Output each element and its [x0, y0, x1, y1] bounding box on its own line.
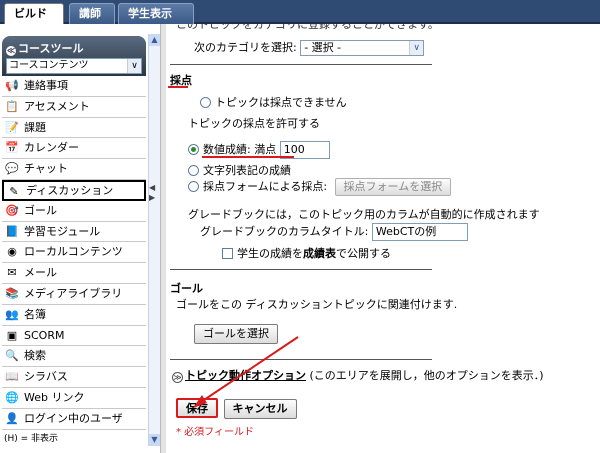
sidebar-item[interactable]: 📝 課題	[2, 117, 146, 139]
assessment-icon: 📋	[5, 99, 19, 113]
tab-instructor[interactable]: 講師	[69, 3, 115, 24]
sidebar-item[interactable]: 🔍 検索	[2, 346, 146, 368]
sidebar-item-label: メディアライブラリ	[24, 286, 123, 300]
sidebar-item[interactable]: 📖 シラバス	[2, 367, 146, 388]
scroll-up-icon[interactable]: ▲	[149, 34, 160, 46]
sidebar-item-label: チャット	[24, 162, 68, 176]
sidebar-item-label: 連絡事項	[24, 79, 68, 92]
scroll-down-icon[interactable]: ▼	[149, 434, 160, 446]
sidebar-item[interactable]: 👤 ログイン中のユーザ	[2, 408, 146, 430]
sidebar-item-label: 課題	[24, 120, 46, 134]
top-tab-bar: ビルド 講師 学生表示	[0, 0, 600, 24]
learning-module-icon: 📘	[5, 224, 19, 238]
sidebar-item-label: ゴール	[24, 203, 57, 217]
sidebar-item[interactable]: 📢 連絡事項	[2, 76, 146, 97]
course-content-selector[interactable]: コースコンテンツ ∨	[6, 58, 142, 74]
red-annotation-arrow	[193, 336, 299, 408]
mail-icon: ✉	[7, 266, 17, 280]
sidebar-item-label: カレンダー	[24, 141, 79, 155]
logged-in-users-icon: 👤	[5, 411, 19, 425]
sidebar-item-label: 検索	[24, 349, 46, 363]
sidebar-item[interactable]: ✉ メール	[2, 263, 146, 284]
discussion-icon: ✎	[9, 184, 19, 198]
sidebar-item[interactable]: ◉ ローカルコンテンツ	[2, 242, 146, 264]
roster-icon: 👥	[5, 307, 19, 321]
sidebar-item-label: SCORM	[24, 328, 65, 342]
megaphone-icon: 📢	[5, 79, 19, 92]
splitter-arrows-icon[interactable]: ◀ ▶	[149, 183, 157, 203]
sidebar-item-label: メール	[24, 266, 57, 280]
course-tools-list: 📢 連絡事項 📋 アセスメント 📝 課題 📅 カレンダー 💬 チャット ✎ ディスカッション 🎯 ゴール 📘…	[2, 76, 146, 430]
goal-icon: 🎯	[5, 203, 19, 217]
sidebar-item-label: Web リンク	[24, 390, 85, 404]
collapse-circle-icon[interactable]: ≪	[6, 46, 16, 56]
media-library-icon: 📚	[5, 286, 19, 300]
syllabus-icon: 📖	[5, 370, 19, 384]
sidebar-item[interactable]: 💬 チャット	[2, 159, 146, 180]
chevron-down-icon[interactable]: ∨	[127, 59, 141, 73]
hidden-legend: (H) = 非表示	[4, 434, 59, 444]
sidebar-item-label: シラバス	[24, 370, 68, 384]
sidebar-item[interactable]: 🌐 Web リンク	[2, 387, 146, 409]
tab-build[interactable]: ビルド	[4, 3, 64, 24]
scorm-icon: ▣	[6, 328, 18, 342]
sidebar-item-label: ログイン中のユーザ	[24, 411, 123, 425]
tab-student-view[interactable]: 学生表示	[118, 3, 194, 24]
sidebar-item-label: 名簿	[24, 307, 46, 321]
course-tools-header: ≪ コースツール コースコンテンツ ∨	[2, 36, 146, 76]
sidebar-item-label: アセスメント	[24, 99, 90, 113]
search-icon: 🔍	[5, 349, 19, 363]
course-tools-title: コースツール	[18, 42, 84, 55]
sidebar-item-label: ディスカッション	[26, 183, 114, 197]
sidebar-item[interactable]: 🎯 ゴール	[2, 200, 146, 222]
course-content-selector-value: コースコンテンツ	[9, 60, 89, 71]
sidebar-item[interactable]: ▣ SCORM	[2, 325, 146, 347]
assignment-icon: 📝	[5, 120, 19, 134]
sidebar-item[interactable]: ✎ ディスカッション	[2, 179, 146, 201]
sidebar-scrollbar[interactable]: ▲ ▼	[148, 34, 160, 446]
chat-icon: 💬	[5, 162, 19, 176]
sidebar-item-label: ローカルコンテンツ	[24, 245, 123, 259]
sidebar-item[interactable]: 📅 カレンダー	[2, 138, 146, 160]
local-content-icon: ◉	[7, 245, 17, 259]
sidebar-item[interactable]: 📚 メディアライブラリ	[2, 283, 146, 305]
sidebar-item[interactable]: 👥 名簿	[2, 304, 146, 326]
sidebar-item-label: 学習モジュール	[24, 224, 101, 238]
sidebar-item[interactable]: 📋 アセスメント	[2, 96, 146, 118]
web-link-icon: 🌐	[5, 390, 19, 404]
main-content: このトピックをカテゴリに登録することができます。 次のカテゴリを選択: - 選択…	[166, 24, 600, 453]
course-tools-sidebar: ≪ コースツール コースコンテンツ ∨ 📢 連絡事項 📋 アセスメント 📝 課題 📅 カレンダー…	[0, 34, 148, 446]
sidebar-item[interactable]: 📘 学習モジュール	[2, 221, 146, 243]
calendar-icon: 📅	[5, 141, 19, 155]
